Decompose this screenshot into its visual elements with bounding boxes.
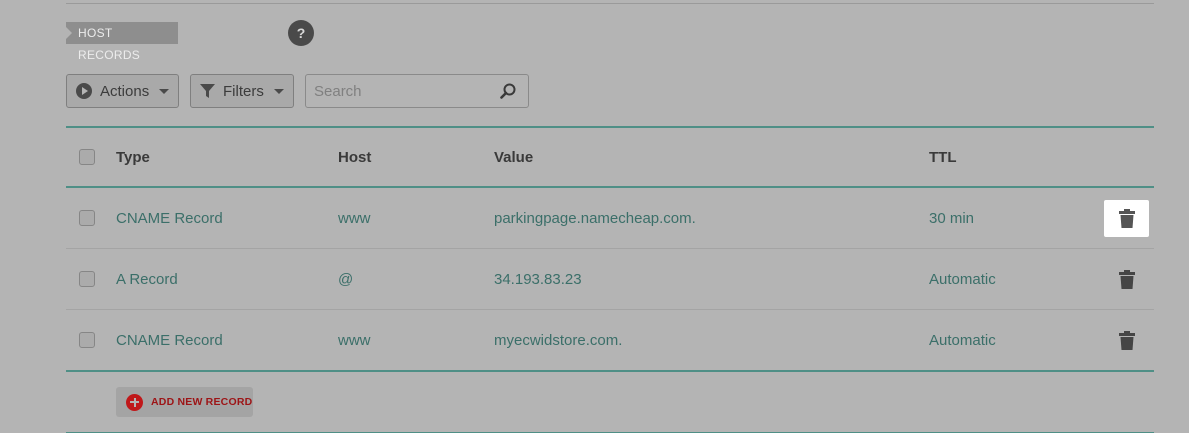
- caret-down-icon: [273, 88, 284, 94]
- delete-record-button[interactable]: [1104, 322, 1149, 359]
- record-host[interactable]: www: [338, 310, 371, 370]
- column-type: Type: [116, 148, 150, 166]
- table-row: CNAME Record www parkingpage.namecheap.c…: [66, 188, 1154, 248]
- table-row: CNAME Record www myecwidstore.com. Autom…: [66, 310, 1154, 370]
- record-host[interactable]: @: [338, 249, 353, 309]
- search-icon[interactable]: [500, 83, 516, 99]
- trash-icon: [1118, 330, 1135, 350]
- host-records-table: Type Host Value TTL CNAME Record www par…: [66, 126, 1154, 433]
- record-ttl[interactable]: 30 min: [929, 188, 974, 248]
- column-value: Value: [494, 148, 534, 166]
- row-checkbox[interactable]: [79, 332, 95, 348]
- page: HOST RECORDS ? Actions Filters Type Host…: [0, 0, 1189, 433]
- column-ttl: TTL: [929, 148, 957, 166]
- record-value[interactable]: parkingpage.namecheap.com.: [494, 188, 696, 248]
- delete-record-button[interactable]: [1104, 261, 1149, 298]
- record-value[interactable]: myecwidstore.com.: [494, 310, 622, 370]
- caret-down-icon: [159, 88, 170, 94]
- delete-record-button[interactable]: [1104, 199, 1149, 237]
- record-type[interactable]: CNAME Record: [116, 310, 223, 370]
- record-ttl[interactable]: Automatic: [929, 249, 996, 309]
- table-row: A Record @ 34.193.83.23 Automatic: [66, 249, 1154, 309]
- funnel-icon: [200, 83, 215, 99]
- select-all-checkbox[interactable]: [79, 149, 95, 165]
- actions-label: Actions: [100, 82, 150, 100]
- record-ttl[interactable]: Automatic: [929, 310, 996, 370]
- record-type[interactable]: CNAME Record: [116, 188, 223, 248]
- row-checkbox[interactable]: [79, 210, 95, 226]
- search-input[interactable]: [306, 75, 491, 107]
- add-new-record-label: ADD NEW RECORD: [151, 396, 253, 408]
- play-icon: [76, 83, 92, 99]
- column-host: Host: [338, 148, 372, 166]
- section-title: HOST RECORDS: [66, 22, 178, 62]
- trash-icon: [1118, 269, 1135, 289]
- help-icon[interactable]: ?: [288, 20, 314, 46]
- add-new-record-button[interactable]: ADD NEW RECORD: [116, 387, 253, 417]
- record-value[interactable]: 34.193.83.23: [494, 249, 582, 309]
- search-box[interactable]: [305, 74, 529, 108]
- row-checkbox[interactable]: [79, 271, 95, 287]
- divider: [66, 3, 1154, 4]
- record-host[interactable]: www: [338, 188, 371, 248]
- filters-button[interactable]: Filters: [190, 74, 294, 108]
- add-record-row: ADD NEW RECORD: [66, 372, 1154, 432]
- filters-label: Filters: [223, 82, 264, 100]
- table-header: Type Host Value TTL: [66, 128, 1154, 186]
- trash-icon: [1118, 208, 1135, 228]
- plus-icon: [126, 393, 143, 411]
- actions-button[interactable]: Actions: [66, 74, 179, 108]
- record-type[interactable]: A Record: [116, 249, 178, 309]
